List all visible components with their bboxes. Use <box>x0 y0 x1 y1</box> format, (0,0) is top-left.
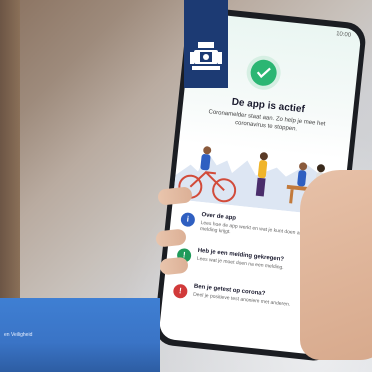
laptop-screen: en Veiligheid <box>0 298 160 372</box>
laptop-screen-text: en Veiligheid <box>4 332 33 338</box>
government-logo <box>184 0 228 88</box>
coat-of-arms-icon <box>190 42 222 70</box>
check-icon <box>249 58 278 88</box>
alert-icon: ! <box>172 283 189 299</box>
window-frame <box>0 0 20 310</box>
hand <box>300 170 372 360</box>
info-icon: i <box>180 211 196 228</box>
photo-scene: 10:00 De app is actief Coronamelder staa… <box>0 0 372 372</box>
status-bar-time: 10:00 <box>335 31 352 39</box>
